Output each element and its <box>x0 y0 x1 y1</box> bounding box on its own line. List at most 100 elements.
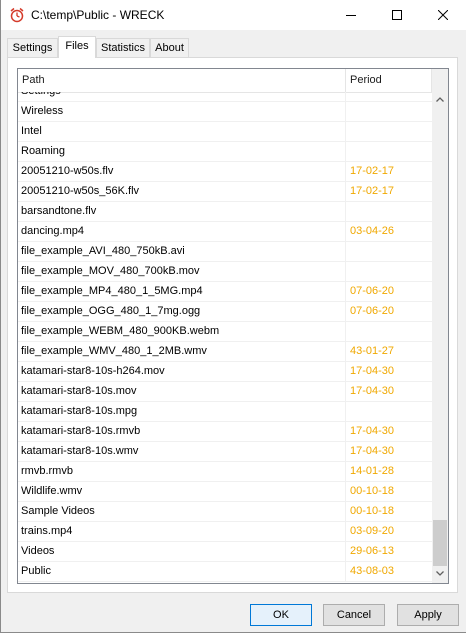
list-row[interactable]: Intel <box>18 122 432 142</box>
list-row[interactable]: katamari-star8-10s.rmvb 17-04-30 <box>18 422 432 442</box>
period-cell: 17-04-30 <box>350 385 395 397</box>
chevron-down-icon <box>436 571 444 576</box>
path-cell: katamari-star8-10s-h264.mov <box>18 362 346 381</box>
list-row[interactable]: Videos 29-06-13 <box>18 542 432 562</box>
period-cell: 17-02-17 <box>350 165 395 177</box>
minimize-button[interactable] <box>328 0 374 30</box>
path-cell: katamari-star8-10s.wmv <box>18 442 346 461</box>
period-cell: 00-10-18 <box>350 505 395 517</box>
period-cell: 17-04-30 <box>350 365 395 377</box>
tab-settings[interactable]: Settings <box>7 38 58 57</box>
tab-files[interactable]: Files <box>58 36 96 58</box>
period-cell: 43-01-27 <box>350 345 395 357</box>
period-cell <box>346 322 432 341</box>
list-row[interactable]: file_example_MOV_480_700kB.mov <box>18 262 432 282</box>
vertical-scrollbar[interactable] <box>432 69 448 583</box>
scroll-down-button[interactable] <box>432 566 448 583</box>
list-row[interactable]: katamari-star8-10s.wmv 17-04-30 <box>18 442 432 462</box>
path-cell: Wildlife.wmv <box>18 482 346 501</box>
path-cell: file_example_MP4_480_1_5MG.mp4 <box>18 282 346 301</box>
period-cell <box>346 402 432 421</box>
list-rows-inner: Settings WirelessIntelRoaming20051210-w5… <box>18 92 432 582</box>
path-cell: file_example_WEBM_480_900KB.webm <box>18 322 346 341</box>
list-row[interactable]: file_example_OGG_480_1_7mg.ogg 07-06-20 <box>18 302 432 322</box>
clock-alarm-icon <box>9 7 25 23</box>
list-row[interactable]: trains.mp4 03-09-20 <box>18 522 432 542</box>
list-row[interactable]: file_example_MP4_480_1_5MG.mp4 07-06-20 <box>18 282 432 302</box>
path-cell: Sample Videos <box>18 502 346 521</box>
path-cell: dancing.mp4 <box>18 222 346 241</box>
period-cell: 07-06-20 <box>350 305 395 317</box>
chevron-up-icon <box>436 97 444 102</box>
minimize-icon <box>346 15 356 16</box>
window-title: C:\temp\Public - WRECK <box>31 8 165 22</box>
list-row[interactable]: barsandtone.flv <box>18 202 432 222</box>
list-row[interactable]: file_example_WEBM_480_900KB.webm <box>18 322 432 342</box>
period-cell: 17-04-30 <box>350 425 395 437</box>
path-cell: barsandtone.flv <box>18 202 346 221</box>
period-cell <box>346 262 432 281</box>
list-row-partial[interactable]: Settings <box>18 92 432 102</box>
column-header-path[interactable]: Path <box>18 69 346 92</box>
list-row[interactable]: 20051210-w50s.flv 17-02-17 <box>18 162 432 182</box>
list-row[interactable]: file_example_AVI_480_750kB.avi <box>18 242 432 262</box>
maximize-button[interactable] <box>374 0 420 30</box>
period-cell <box>346 142 432 161</box>
path-cell: Settings <box>18 92 346 101</box>
files-list[interactable]: Path Period Settings WirelessIntelRoamin… <box>17 68 449 584</box>
list-row[interactable]: Roaming <box>18 142 432 162</box>
list-row[interactable]: Wildlife.wmv 00-10-18 <box>18 482 432 502</box>
ok-button[interactable]: OK <box>250 604 312 626</box>
path-cell: katamari-star8-10s.mpg <box>18 402 346 421</box>
list-row[interactable]: katamari-star8-10s.mpg <box>18 402 432 422</box>
path-cell: katamari-star8-10s.mov <box>18 382 346 401</box>
period-cell <box>346 242 432 261</box>
list-rows: Settings WirelessIntelRoaming20051210-w5… <box>18 92 432 583</box>
list-row[interactable]: 20051210-w50s_56K.flv 17-02-17 <box>18 182 432 202</box>
list-row[interactable]: rmvb.rmvb 14-01-28 <box>18 462 432 482</box>
path-cell: Roaming <box>18 142 346 161</box>
dialog-window: C:\temp\Public - WRECK Settings Files St… <box>0 0 466 633</box>
path-cell: rmvb.rmvb <box>18 462 346 481</box>
apply-button[interactable]: Apply <box>397 604 459 626</box>
period-cell: 14-01-28 <box>350 465 395 477</box>
scroll-up-button[interactable] <box>432 92 448 109</box>
period-cell: 17-04-30 <box>350 445 395 457</box>
tab-about[interactable]: About <box>150 38 189 57</box>
list-row[interactable]: dancing.mp4 03-04-26 <box>18 222 432 242</box>
title-bar[interactable]: C:\temp\Public - WRECK <box>1 0 466 30</box>
period-cell: 29-06-13 <box>350 545 395 557</box>
path-cell: 20051210-w50s.flv <box>18 162 346 181</box>
list-row[interactable]: Sample Videos 00-10-18 <box>18 502 432 522</box>
period-cell: 07-06-20 <box>350 285 395 297</box>
path-cell: file_example_MOV_480_700kB.mov <box>18 262 346 281</box>
path-cell: file_example_OGG_480_1_7mg.ogg <box>18 302 346 321</box>
period-cell <box>346 92 432 101</box>
path-cell: Intel <box>18 122 346 141</box>
period-cell: 03-04-26 <box>350 225 395 237</box>
column-header-period[interactable]: Period <box>346 69 432 92</box>
maximize-icon <box>392 10 402 20</box>
period-cell <box>346 202 432 221</box>
path-cell: Public <box>18 562 346 581</box>
path-cell: trains.mp4 <box>18 522 346 541</box>
tab-statistics[interactable]: Statistics <box>96 38 150 57</box>
list-row[interactable]: katamari-star8-10s-h264.mov 17-04-30 <box>18 362 432 382</box>
scroll-thumb[interactable] <box>433 520 447 566</box>
period-cell: 43-08-03 <box>350 565 395 577</box>
list-header: Path Period <box>18 69 432 93</box>
list-row[interactable]: katamari-star8-10s.mov 17-04-30 <box>18 382 432 402</box>
list-row[interactable]: file_example_WMV_480_1_2MB.wmv 43-01-27 <box>18 342 432 362</box>
period-cell <box>346 102 432 121</box>
path-cell: 20051210-w50s_56K.flv <box>18 182 346 201</box>
list-row[interactable]: Wireless <box>18 102 432 122</box>
close-button[interactable] <box>420 0 466 30</box>
cancel-button[interactable]: Cancel <box>323 604 385 626</box>
list-row[interactable]: Public 43-08-03 <box>18 562 432 582</box>
path-cell: Videos <box>18 542 346 561</box>
period-cell: 17-02-17 <box>350 185 395 197</box>
path-cell: file_example_WMV_480_1_2MB.wmv <box>18 342 346 361</box>
close-icon <box>438 10 448 20</box>
period-cell: 00-10-18 <box>350 485 395 497</box>
path-cell: Wireless <box>18 102 346 121</box>
